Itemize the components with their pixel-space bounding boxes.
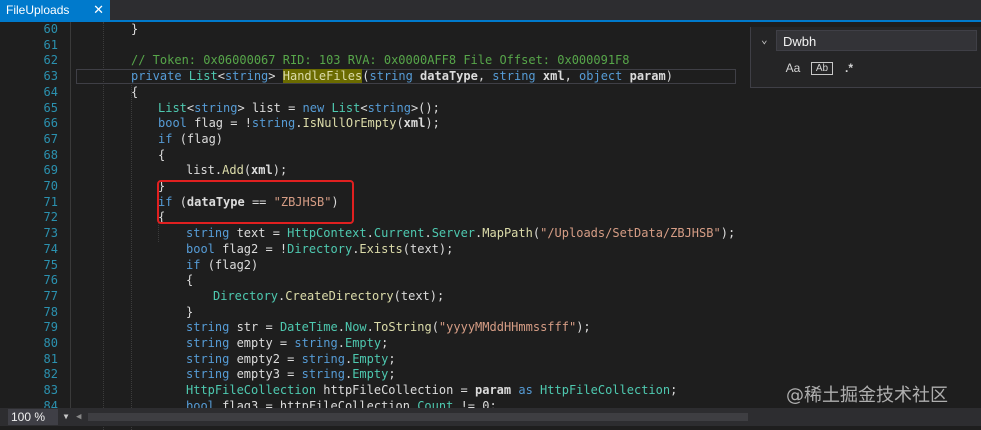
- code-line: }: [131, 22, 139, 36]
- code-line: {: [186, 273, 194, 288]
- code-line: private List<string> HandleFiles(string …: [131, 69, 673, 84]
- whole-word-icon[interactable]: Ab: [811, 62, 833, 75]
- code-line: string empty = string.Empty;: [186, 336, 389, 350]
- find-widget: ⌄ Dwbh Aa Ab .*: [750, 27, 981, 88]
- match-case-icon[interactable]: Aa: [783, 59, 803, 77]
- code-line: string text = HttpContext.Current.Server…: [186, 226, 736, 241]
- tab-strip: FileUploads ✕: [0, 0, 981, 20]
- indent-guide: [131, 84, 132, 430]
- annotation-highlight-box: [157, 180, 354, 224]
- code-line: bool flag2 = !Directory.Exists(text);: [186, 241, 454, 256]
- tab-title: FileUploads: [6, 3, 70, 17]
- code-line: {: [158, 147, 166, 162]
- scroll-left-icon[interactable]: ◀: [76, 410, 81, 424]
- code-line: List<string> list = new List<string>();: [158, 100, 440, 115]
- chevron-down-icon[interactable]: ⌄: [761, 33, 768, 46]
- regex-icon[interactable]: .*: [839, 59, 859, 77]
- code-line: string empty2 = string.Empty;: [186, 351, 396, 366]
- find-input[interactable]: Dwbh: [776, 30, 977, 51]
- code-line: }: [186, 304, 194, 319]
- code-line: string empty3 = string.Empty;: [186, 367, 396, 382]
- code-line: bool flag = !string.IsNullOrEmpty(xml);: [158, 116, 440, 131]
- watermark: @稀土掘金技术社区: [786, 385, 948, 406]
- close-icon[interactable]: ✕: [93, 0, 104, 20]
- code-line: HttpFileCollection httpFileCollection = …: [186, 383, 678, 398]
- code-line: string str = DateTime.Now.ToString("yyyy…: [186, 320, 591, 335]
- code-line: // Token: 0x06000067 RID: 103 RVA: 0x000…: [131, 53, 630, 68]
- code-line: list.Add(xml);: [186, 163, 288, 178]
- chevron-down-icon[interactable]: ▼: [60, 409, 72, 425]
- tab-fileuploads[interactable]: FileUploads ✕: [0, 0, 110, 20]
- code-line: if (flag): [158, 131, 224, 146]
- editor-bottom-bar: 100 % ▼ ◀: [0, 408, 981, 426]
- code-line: Directory.CreateDirectory(text);: [213, 288, 445, 303]
- code-line: if (flag2): [186, 257, 259, 272]
- zoom-dropdown[interactable]: 100 %: [8, 409, 58, 425]
- horizontal-scrollbar[interactable]: [88, 413, 748, 421]
- code-line: {: [131, 84, 139, 99]
